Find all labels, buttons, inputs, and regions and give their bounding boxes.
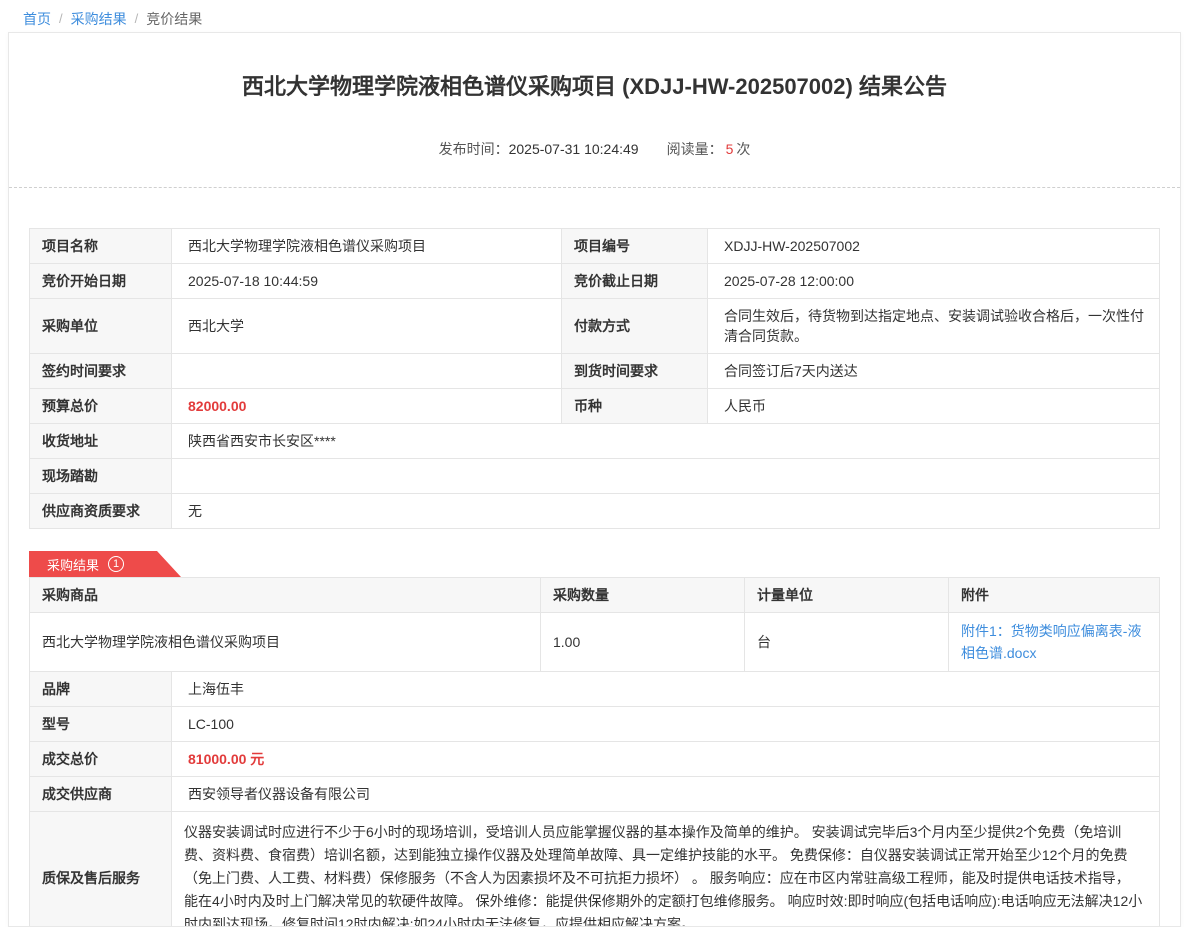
final-price-value: 81000.00 元 xyxy=(172,742,1160,777)
delivery-time-label: 到货时间要求 xyxy=(562,354,708,389)
breadcrumb-separator: / xyxy=(59,11,63,26)
views-unit: 次 xyxy=(736,141,750,157)
breadcrumb-current-bidding-results: 竞价结果 xyxy=(146,9,202,29)
result-detail-table: 品牌 上海伍丰 型号 LC-100 成交总价 81000.00 元 成交供应商 … xyxy=(29,671,1160,927)
breadcrumb-procurement-results-link[interactable]: 采购结果 xyxy=(71,9,127,29)
brand-label: 品牌 xyxy=(30,672,172,707)
bid-end-value: 2025-07-28 12:00:00 xyxy=(708,264,1160,299)
bid-start-label: 竞价开始日期 xyxy=(30,264,172,299)
table-row: 品牌 上海伍丰 xyxy=(30,672,1160,707)
winning-supplier-label: 成交供应商 xyxy=(30,777,172,812)
column-header-unit: 计量单位 xyxy=(745,578,949,613)
views-label: 阅读量： xyxy=(667,141,723,157)
views-count: 5 xyxy=(726,141,734,157)
project-number-value: XDJJ-HW-202507002 xyxy=(708,229,1160,264)
breadcrumb: 首页 / 采购结果 / 竞价结果 xyxy=(0,0,1189,30)
purchaser-label: 采购单位 xyxy=(30,299,172,354)
project-name-value: 西北大学物理学院液相色谱仪采购项目 xyxy=(172,229,562,264)
project-info-table: 项目名称 西北大学物理学院液相色谱仪采购项目 项目编号 XDJJ-HW-2025… xyxy=(29,228,1160,529)
table-row: 成交供应商 西安领导者仪器设备有限公司 xyxy=(30,777,1160,812)
payment-method-value: 合同生效后，待货物到达指定地点、安装调试验收合格后，一次性付清合同货款。 xyxy=(708,299,1160,354)
table-row: 竞价开始日期 2025-07-18 10:44:59 竞价截止日期 2025-0… xyxy=(30,264,1160,299)
procurement-result-badge-label: 采购结果 xyxy=(47,555,99,574)
product-quantity-cell: 1.00 xyxy=(541,613,745,672)
publish-time-label: 发布时间： xyxy=(439,141,509,157)
model-value: LC-100 xyxy=(172,707,1160,742)
warranty-service-value: 仪器安装调试时应进行不少于6小时的现场培训，受培训人员应能掌握仪器的基本操作及简… xyxy=(172,812,1160,927)
site-survey-value xyxy=(172,459,1160,494)
winning-supplier-value: 西安领导者仪器设备有限公司 xyxy=(172,777,1160,812)
payment-method-label: 付款方式 xyxy=(562,299,708,354)
signing-time-value xyxy=(172,354,562,389)
column-header-attachment: 附件 xyxy=(949,578,1160,613)
table-row: 西北大学物理学院液相色谱仪采购项目 1.00 台 附件1：货物类响应偏离表-液相… xyxy=(30,613,1160,672)
delivery-address-label: 收货地址 xyxy=(30,424,172,459)
table-row: 收货地址 陕西省西安市长安区**** xyxy=(30,424,1160,459)
publish-time-value: 2025-07-31 10:24:49 xyxy=(509,141,639,157)
project-name-label: 项目名称 xyxy=(30,229,172,264)
budget-total-value: 82000.00 xyxy=(172,389,562,424)
announcement-card: 西北大学物理学院液相色谱仪采购项目 (XDJJ-HW-202507002) 结果… xyxy=(8,32,1181,927)
model-label: 型号 xyxy=(30,707,172,742)
bid-start-value: 2025-07-18 10:44:59 xyxy=(172,264,562,299)
signing-time-label: 签约时间要求 xyxy=(30,354,172,389)
supplier-qualification-value: 无 xyxy=(172,494,1160,529)
table-row: 签约时间要求 到货时间要求 合同签订后7天内送达 xyxy=(30,354,1160,389)
result-count-badge: 1 xyxy=(108,556,124,572)
table-row: 供应商资质要求 无 xyxy=(30,494,1160,529)
divider xyxy=(9,187,1180,188)
purchaser-value: 西北大学 xyxy=(172,299,562,354)
project-number-label: 项目编号 xyxy=(562,229,708,264)
table-row: 预算总价 82000.00 币种 人民币 xyxy=(30,389,1160,424)
procurement-result-table: 采购商品 采购数量 计量单位 附件 西北大学物理学院液相色谱仪采购项目 1.00… xyxy=(29,577,1160,672)
column-header-product: 采购商品 xyxy=(30,578,541,613)
table-row: 采购单位 西北大学 付款方式 合同生效后，待货物到达指定地点、安装调试验收合格后… xyxy=(30,299,1160,354)
supplier-qualification-label: 供应商资质要求 xyxy=(30,494,172,529)
table-header-row: 采购商品 采购数量 计量单位 附件 xyxy=(30,578,1160,613)
column-header-quantity: 采购数量 xyxy=(541,578,745,613)
breadcrumb-separator: / xyxy=(135,11,139,26)
table-row: 成交总价 81000.00 元 xyxy=(30,742,1160,777)
page-title: 西北大学物理学院液相色谱仪采购项目 (XDJJ-HW-202507002) 结果… xyxy=(9,69,1180,101)
publish-info: 发布时间：2025-07-31 10:24:49 阅读量：5次 xyxy=(9,139,1180,159)
content-area: 项目名称 西北大学物理学院液相色谱仪采购项目 项目编号 XDJJ-HW-2025… xyxy=(9,228,1180,927)
table-row: 型号 LC-100 xyxy=(30,707,1160,742)
brand-value: 上海伍丰 xyxy=(172,672,1160,707)
table-row: 质保及售后服务 仪器安装调试时应进行不少于6小时的现场培训，受培训人员应能掌握仪… xyxy=(30,812,1160,927)
budget-total-label: 预算总价 xyxy=(30,389,172,424)
product-unit-cell: 台 xyxy=(745,613,949,672)
site-survey-label: 现场踏勘 xyxy=(30,459,172,494)
procurement-result-badge: 采购结果 1 xyxy=(29,551,181,577)
final-price-label: 成交总价 xyxy=(30,742,172,777)
product-name-cell: 西北大学物理学院液相色谱仪采购项目 xyxy=(30,613,541,672)
delivery-time-value: 合同签订后7天内送达 xyxy=(708,354,1160,389)
table-row: 现场踏勘 xyxy=(30,459,1160,494)
currency-label: 币种 xyxy=(562,389,708,424)
warranty-service-label: 质保及售后服务 xyxy=(30,812,172,927)
delivery-address-value: 陕西省西安市长安区**** xyxy=(172,424,1160,459)
bid-end-label: 竞价截止日期 xyxy=(562,264,708,299)
attachment-link[interactable]: 附件1：货物类响应偏离表-液相色谱.docx xyxy=(961,623,1141,661)
table-row: 项目名称 西北大学物理学院液相色谱仪采购项目 项目编号 XDJJ-HW-2025… xyxy=(30,229,1160,264)
currency-value: 人民币 xyxy=(708,389,1160,424)
breadcrumb-home-link[interactable]: 首页 xyxy=(23,9,51,29)
